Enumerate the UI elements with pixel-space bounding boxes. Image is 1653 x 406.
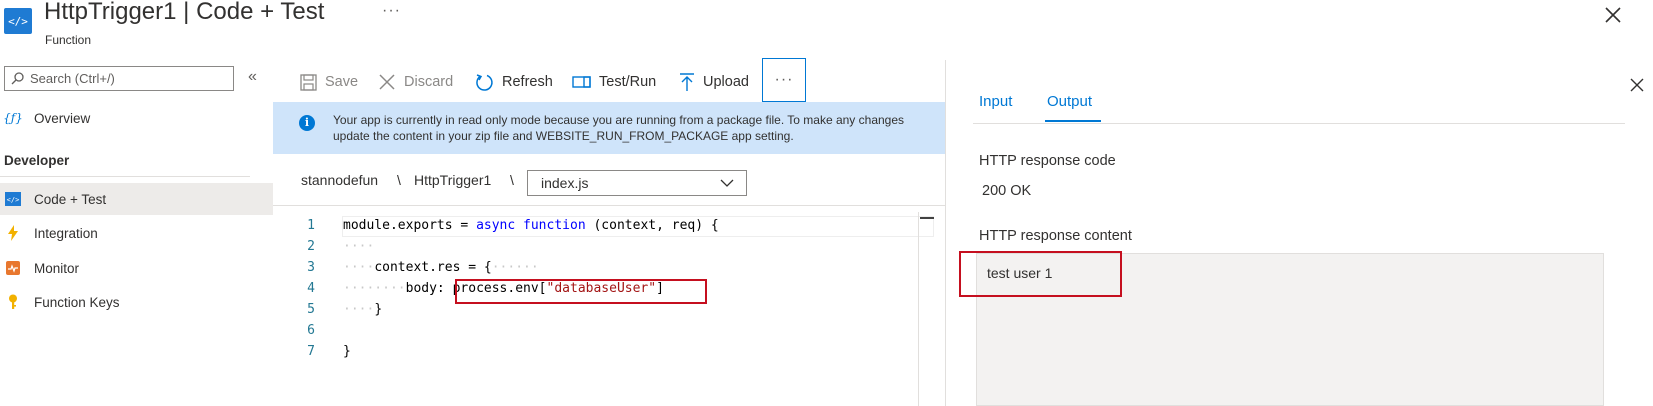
sidebar-item-code-test[interactable]: </> Code + Test xyxy=(0,183,273,215)
search-input[interactable]: Search (Ctrl+/) xyxy=(4,66,234,91)
close-icon[interactable] xyxy=(1602,4,1624,26)
function-app-icon: </> xyxy=(4,8,32,34)
code-line-3: ····context.res = {······ xyxy=(343,260,539,275)
tab-input[interactable]: Input xyxy=(979,93,1012,110)
tab-output[interactable]: Output xyxy=(1047,93,1092,110)
sidebar-item-label: Code + Test xyxy=(34,191,107,207)
more-toolbar-button[interactable]: ··· xyxy=(762,58,806,102)
function-icon: {ƒ} xyxy=(3,111,23,125)
upload-icon xyxy=(680,72,694,91)
line-number: 5 xyxy=(307,302,315,317)
panel-divider xyxy=(945,60,946,406)
code-line-1: module.exports = async function (context… xyxy=(343,218,719,233)
tabs-divider xyxy=(973,123,1625,124)
file-select[interactable]: index.js xyxy=(527,170,747,196)
refresh-label: Refresh xyxy=(502,74,553,90)
svg-text:</>: </> xyxy=(7,196,20,204)
sidebar-item-label: Monitor xyxy=(34,260,80,276)
sidebar-divider xyxy=(0,176,250,177)
code-editor[interactable]: 1 2 3 4 5 6 7 module.exports = async fun… xyxy=(273,212,933,406)
more-options-icon[interactable]: ··· xyxy=(382,2,401,20)
code-line-5: ····} xyxy=(343,302,383,317)
lightning-icon xyxy=(4,224,22,242)
breadcrumb-app[interactable]: stannodefun xyxy=(301,172,378,188)
highlight-box xyxy=(455,279,707,304)
editor-divider xyxy=(273,205,945,206)
sidebar-item-monitor[interactable]: Monitor xyxy=(0,252,273,284)
read-only-banner: i Your app is currently in read only mod… xyxy=(273,102,945,154)
page-title: HttpTrigger1 | Code + Test xyxy=(44,0,325,25)
highlight-box xyxy=(959,251,1122,297)
discard-icon xyxy=(379,74,395,90)
line-number: 6 xyxy=(307,323,315,338)
sidebar-item-label: Integration xyxy=(34,225,98,241)
scroll-position-marker xyxy=(920,217,934,219)
search-icon xyxy=(11,72,24,85)
line-number: 7 xyxy=(307,344,315,359)
search-placeholder: Search (Ctrl+/) xyxy=(30,71,115,86)
active-tab-indicator xyxy=(1045,120,1101,122)
page-subtitle: Function xyxy=(45,33,92,47)
editor-scrollbar[interactable] xyxy=(918,212,919,406)
key-icon xyxy=(4,293,22,311)
section-header-developer: Developer xyxy=(4,153,70,168)
breadcrumb-separator: \ xyxy=(510,172,514,188)
upload-button[interactable]: Upload xyxy=(679,70,749,94)
line-number: 4 xyxy=(307,281,315,296)
collapse-sidebar-icon[interactable]: « xyxy=(248,68,257,86)
close-panel-icon[interactable] xyxy=(1628,76,1646,94)
test-run-icon xyxy=(572,76,591,88)
file-select-value: index.js xyxy=(541,175,589,191)
save-label: Save xyxy=(325,74,359,90)
code-line-2: ···· xyxy=(343,239,375,254)
line-number: 2 xyxy=(307,239,315,254)
chevron-down-icon xyxy=(720,179,734,187)
response-code-label: HTTP response code xyxy=(979,153,1116,169)
refresh-button[interactable]: Refresh xyxy=(475,70,553,94)
code-icon: </> xyxy=(4,190,22,208)
line-number: 3 xyxy=(307,260,315,275)
sidebar-item-label: Overview xyxy=(34,110,91,126)
test-run-label: Test/Run xyxy=(599,74,657,90)
sidebar-item-function-keys[interactable]: Function Keys xyxy=(0,286,273,318)
response-content-label: HTTP response content xyxy=(979,228,1132,244)
discard-button[interactable]: Discard xyxy=(378,70,453,94)
save-icon xyxy=(300,73,317,91)
test-run-button[interactable]: Test/Run xyxy=(572,70,656,94)
sidebar-item-integration[interactable]: Integration xyxy=(0,217,273,249)
sidebar-item-overview[interactable]: {ƒ} Overview xyxy=(0,102,273,134)
save-button[interactable]: Save xyxy=(300,70,358,94)
breadcrumb-function[interactable]: HttpTrigger1 xyxy=(414,172,491,188)
discard-label: Discard xyxy=(404,74,454,90)
upload-label: Upload xyxy=(703,74,749,90)
code-line-7: } xyxy=(343,344,351,359)
refresh-icon xyxy=(476,73,493,91)
breadcrumb-separator: \ xyxy=(397,172,401,188)
line-number: 1 xyxy=(307,218,315,233)
info-icon: i xyxy=(299,115,315,131)
banner-text: Your app is currently in read only mode … xyxy=(333,113,905,143)
response-code-value: 200 OK xyxy=(982,183,1032,199)
monitor-icon xyxy=(4,259,22,277)
sidebar-item-label: Function Keys xyxy=(34,294,120,310)
